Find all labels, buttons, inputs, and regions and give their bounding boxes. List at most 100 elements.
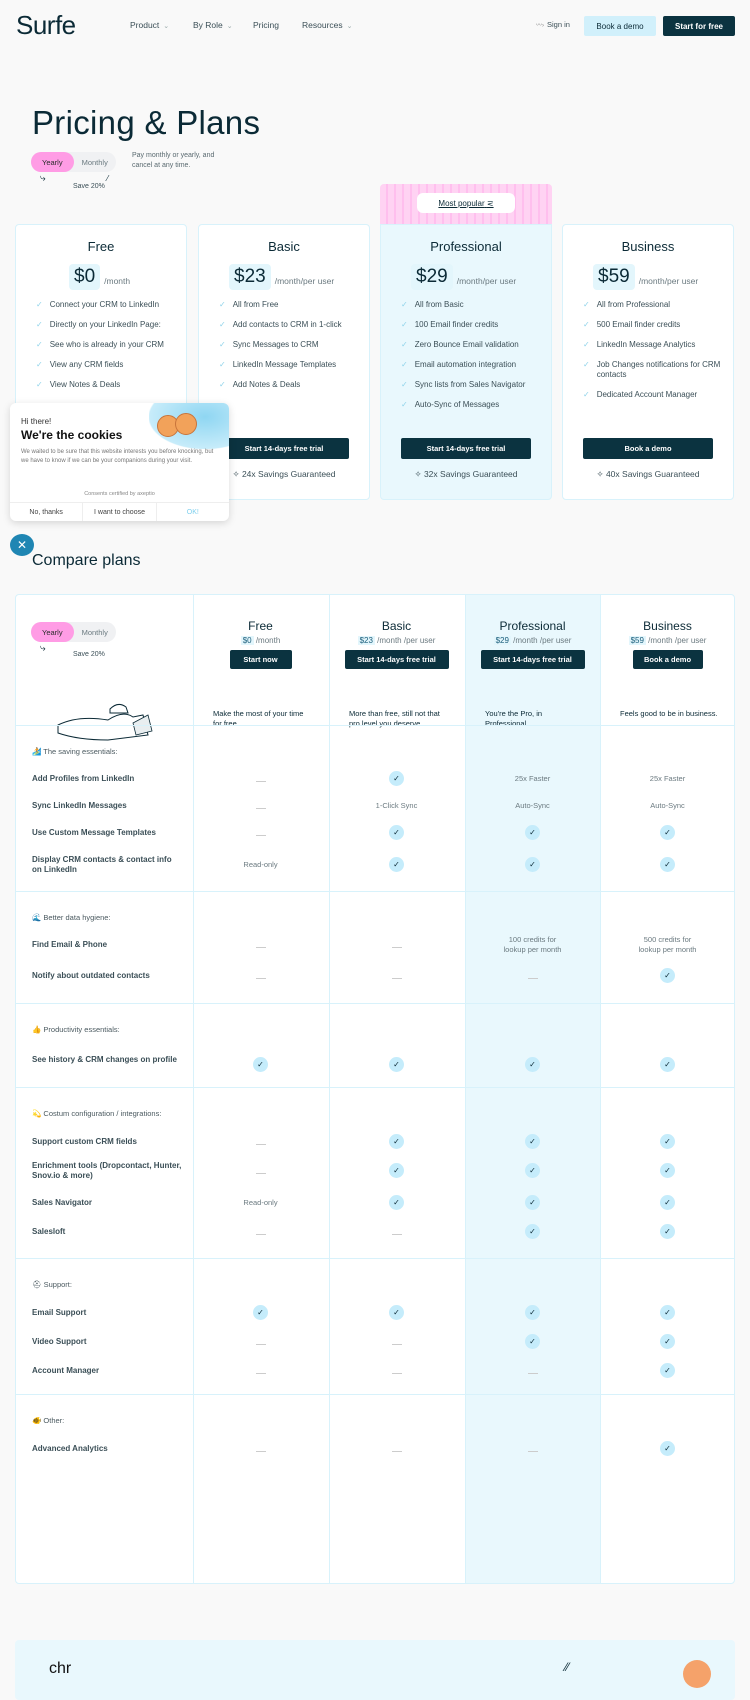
dash-icon [391,1450,402,1452]
start-for-free-button[interactable]: Start for free [663,16,735,36]
feature-item: ✓ 100 Email finder credits [401,320,551,330]
dash-icon [255,834,266,836]
feature-cell: ✓ [465,825,600,840]
check-icon: ✓ [36,380,43,389]
check-icon: ✓ [219,300,226,309]
feature-item: ✓ Auto-Sync of Messages [401,400,551,410]
dash-icon [391,1233,402,1235]
feature-text: See who is already in your CRM [49,340,164,349]
feature-text: Add Notes & Deals [232,380,301,389]
testimonial-teaser: chr ⁄⁄ [15,1640,735,1700]
section-divider [16,1394,734,1395]
dash-icon [255,780,266,782]
plan-desc: More than free, still not that pro level… [349,709,440,728]
feature-cell [465,973,600,983]
cookie-choose-button[interactable]: I want to choose [83,503,157,521]
close-icon[interactable]: ✕ [10,534,34,556]
check-icon: ✓ [401,340,408,349]
feature-label: Email Support [32,1308,87,1317]
feature-item: ✓ Sync Messages to CRM [219,340,369,350]
book-demo-button[interactable]: Book a demo [583,438,713,459]
feature-item: ✓ View any CRM fields [36,360,186,370]
plan-name: Basic [268,239,300,254]
billing-toggle[interactable]: Yearly Monthly [31,152,116,172]
check-icon: ✓ [583,300,590,309]
feature-label: Video Support [32,1337,87,1346]
plan-period: /month/per user [638,276,699,286]
dash-icon [255,977,266,979]
book-demo-button[interactable]: Book a demo [632,650,703,669]
cookie-certified[interactable]: Consents certified by axeptio [10,491,229,497]
toggle-monthly[interactable]: Monthly [74,158,116,167]
feature-text: 500 Email finder credits [596,320,681,329]
feature-cell: ✓ [329,825,464,840]
feature-cell [193,1139,328,1149]
nav-pricing-label: Pricing [253,20,279,30]
feature-text: Zero Bounce Email validation [414,340,519,349]
toggle-yearly[interactable]: Yearly [31,622,74,642]
feature-cell: ✓ [465,1057,600,1072]
plan-period: /month [104,276,131,286]
nav-pricing[interactable]: Pricing [253,20,279,30]
arrow-doodle-icon: ⤷ [40,643,46,654]
feature-text: View any CRM fields [49,360,124,369]
compare-billing-toggle[interactable]: Yearly Monthly [31,622,116,642]
dog-illustration [57,703,153,741]
feature-cell: ✓ [329,1305,464,1320]
feature-cell: ✓ [600,968,734,983]
chevron-down-icon: ⌄ [346,23,353,30]
start-trial-button[interactable]: Start 14-days free trial [401,438,531,459]
feature-cell: ✓ [600,1134,734,1149]
section-divider [16,1087,734,1088]
nav-resources[interactable]: Resources ⌄ [302,20,353,30]
sparkle-icon: ✧ [596,469,606,479]
cookie-greeting: Hi there! [21,417,52,426]
section-divider [16,1003,734,1004]
cookie-ok-button[interactable]: OK! [157,503,229,521]
check-icon: ✓ [401,300,408,309]
feature-cell [193,1339,328,1349]
dash-icon [255,946,266,948]
sign-in-link[interactable]: 〰› Sign in [536,20,570,29]
feature-cell: ✓ [329,1134,464,1149]
nav-by-role[interactable]: By Role ⌄ [193,20,233,30]
check-icon: ✓ [660,825,675,840]
start-now-button[interactable]: Start now [229,650,292,669]
feature-item: ✓ 500 Email finder credits [583,320,733,330]
check-icon: ✓ [389,857,404,872]
check-icon: ✓ [525,857,540,872]
start-trial-button[interactable]: Start 14-days free trial [219,438,349,459]
start-trial-button[interactable]: Start 14-days free trial [480,650,585,669]
dash-icon [527,1450,538,1452]
sparkle-icon: ✧ [414,469,424,479]
toggle-yearly[interactable]: Yearly [31,152,74,172]
cookie-no-thanks-button[interactable]: No, thanks [10,503,84,521]
dash-icon [255,1343,266,1345]
plan-price: $23 [229,264,271,290]
feature-text: Connect your CRM to LinkedIn [49,300,160,309]
feature-text: Dedicated Account Manager [596,390,698,399]
book-demo-button[interactable]: Book a demo [584,16,656,36]
price-amount: $0 [240,636,254,645]
feature-label: Account Manager [32,1366,100,1375]
nav-product-label: Product [130,20,160,30]
price-period: /month /per user [513,636,572,645]
toggle-monthly[interactable]: Monthly [74,628,116,637]
feature-cell: ✓ [329,771,464,786]
feature-label: Add Profiles from LinkedIn [32,774,135,783]
feature-cell: ✓ [465,1134,600,1149]
most-popular-ribbon: Most popular ⋜ [380,184,552,228]
chevron-down-icon: ⌄ [226,23,233,30]
feature-cell: ✓ [193,1057,328,1072]
feature-cell [465,1446,600,1456]
feature-label: Sync LinkedIn Messages [32,801,127,810]
feature-cell [329,942,464,952]
start-trial-button[interactable]: Start 14-days free trial [344,650,449,669]
price-amount: $23 [357,636,375,645]
compare-col-free: Free $0 /month Start now Make the most o… [193,619,328,729]
nav-product[interactable]: Product ⌄ [130,20,169,30]
savings-guarantee: ✧ 32x Savings Guaranteed [381,469,551,480]
feature-cell [193,1368,328,1378]
logo[interactable]: Surfe [16,10,76,41]
price-period: /month [255,636,281,645]
